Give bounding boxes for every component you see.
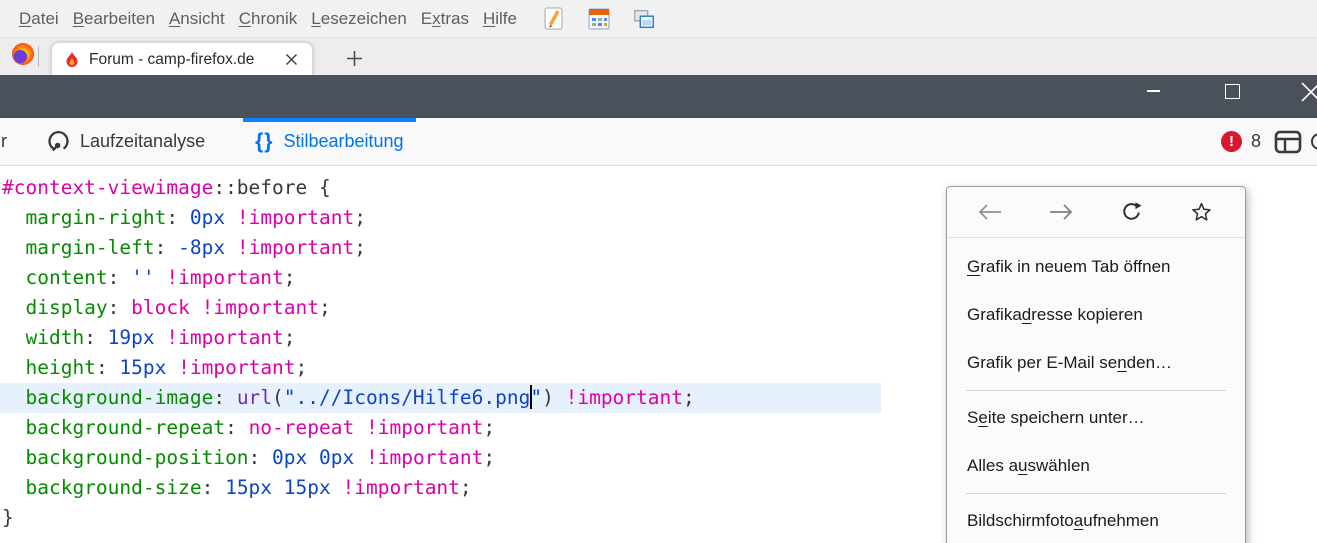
context-menu-item[interactable]: Alles a u swählen: [947, 442, 1245, 490]
context-menu-item[interactable]: Se ite speichern unter…: [947, 394, 1245, 442]
context-menu-items: Grafik in neuem Tab öffnen Grafika d resse …: [947, 238, 1245, 543]
flame-favicon: [66, 51, 78, 67]
tab-label: Laufzeitanalyse: [80, 131, 206, 151]
braces-icon: {}: [255, 129, 274, 153]
tab-label: Stilbearbeitung: [283, 131, 404, 151]
star-icon[interactable]: [1185, 195, 1219, 229]
tab-close-icon[interactable]: [280, 49, 302, 71]
forward-icon[interactable]: [1044, 195, 1078, 229]
devtools-toolbar-right: ! 8: [1220, 118, 1317, 165]
tab-divider: [38, 46, 39, 67]
devtools-partial-tab[interactable]: r: [1, 131, 7, 152]
context-menu: Grafik in neuem Tab öffnen Grafika d resse …: [946, 186, 1246, 543]
calendar-icon[interactable]: [587, 6, 611, 32]
menubar-icons: [542, 6, 656, 32]
error-count: 8: [1250, 131, 1261, 151]
menubar-item-datei[interactable]: Datei: [12, 9, 66, 29]
menubar-item-chronik[interactable]: Chronik: [232, 9, 305, 29]
new-tab-icon[interactable]: [341, 45, 367, 71]
minimize-icon[interactable]: [1147, 90, 1160, 92]
browser-tab[interactable]: Forum - camp-firefox.de: [51, 42, 313, 76]
close-icon[interactable]: [1300, 81, 1317, 108]
tab-strip: Forum - camp-firefox.de: [0, 38, 1317, 76]
window-titlebar: [0, 75, 1317, 118]
back-icon[interactable]: [973, 195, 1007, 229]
context-menu-item[interactable]: Grafik in neuem Tab öffnen: [947, 243, 1245, 291]
menubar-items: Datei Bearbeiten Ansicht Chronik Lesezeichen…: [12, 9, 524, 29]
context-menu-nav: [947, 187, 1245, 238]
context-menu-item[interactable]: Grafik per E-Mail se n den…: [947, 339, 1245, 387]
windows-copy-icon[interactable]: [632, 6, 656, 32]
notepad-pencil-icon[interactable]: [542, 6, 566, 32]
reload-icon[interactable]: [1114, 195, 1148, 229]
menubar: Datei Bearbeiten Ansicht Chronik Lesezeichen…: [0, 0, 1317, 38]
menubar-item-hilfe[interactable]: Hilfe: [476, 9, 524, 29]
tab-title: Forum - camp-firefox.de: [89, 50, 255, 68]
partial-circle-icon[interactable]: [1311, 133, 1317, 150]
menu-separator: [966, 390, 1226, 391]
firefox-logo[interactable]: [12, 43, 34, 65]
dock-panel-icon[interactable]: [1274, 130, 1302, 154]
gauge-icon: [48, 131, 69, 152]
context-menu-item[interactable]: Bildschirmfoto a ufnehmen: [947, 497, 1245, 543]
menubar-item-lesezeichen[interactable]: Lesezeichen: [304, 9, 413, 29]
tab-stilbearbeitung[interactable]: {} Stilbearbeitung: [243, 118, 416, 165]
error-badge-icon[interactable]: !: [1220, 131, 1242, 152]
context-menu-item[interactable]: Grafika d resse kopieren: [947, 291, 1245, 339]
browser-window: { "colors": { "accent_blue": "#0a84ff", …: [0, 0, 1317, 543]
menubar-item-ansicht[interactable]: Ansicht: [162, 9, 232, 29]
devtools-toolbar: r Laufzeitanalyse {} Stilbearbeitung ! 8: [0, 118, 1317, 166]
menubar-item-bearbeiten[interactable]: Bearbeiten: [66, 9, 162, 29]
maximize-icon[interactable]: [1225, 84, 1240, 99]
tab-laufzeitanalyse[interactable]: Laufzeitanalyse: [35, 118, 217, 165]
menu-separator: [966, 493, 1226, 494]
active-tab-indicator: [243, 118, 416, 122]
menubar-item-extras[interactable]: Extras: [414, 9, 476, 29]
